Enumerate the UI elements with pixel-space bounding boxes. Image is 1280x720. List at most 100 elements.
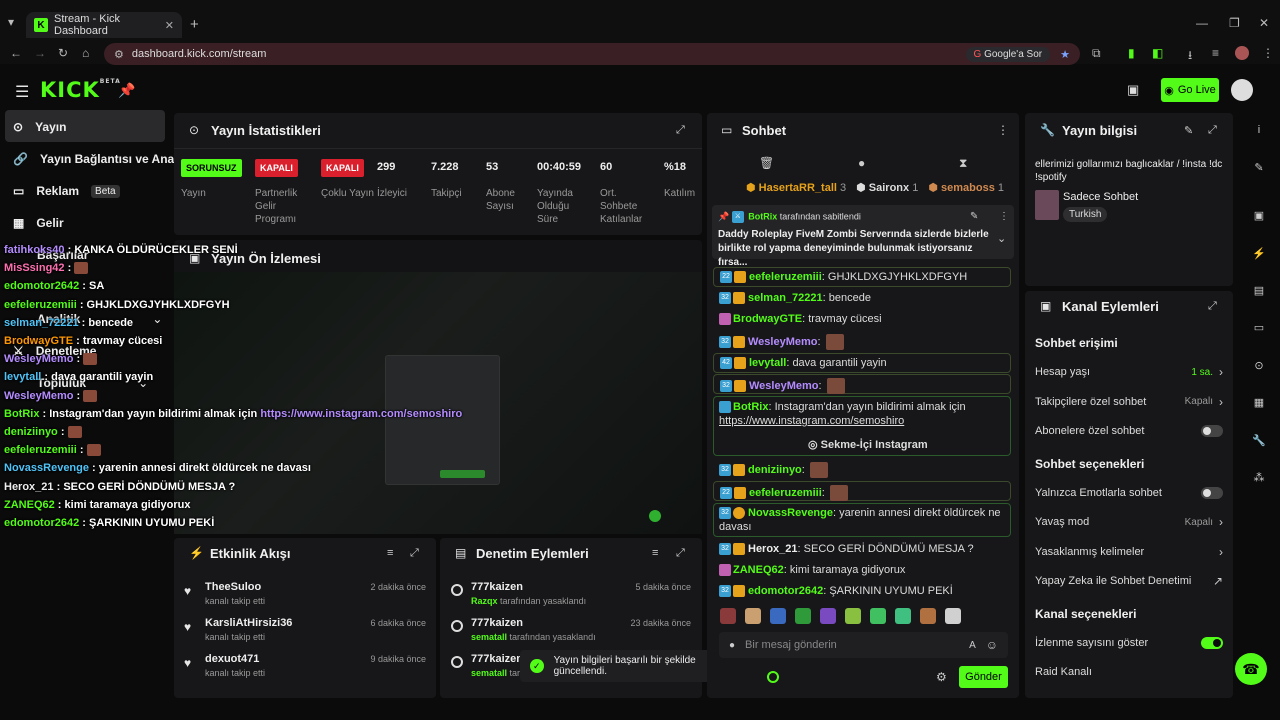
settings-row[interactable]: Takipçilere özel sohbet Kapalı ›	[1035, 394, 1223, 410]
expand-icon[interactable]: ⤢	[676, 547, 685, 560]
new-tab-icon[interactable]: +	[190, 16, 199, 33]
expand-icon[interactable]: ⤢	[1208, 300, 1217, 313]
emote-button[interactable]	[745, 608, 761, 624]
moderation-item[interactable]: 777kaizen sematall tarafından yasaklandı…	[451, 616, 697, 648]
unpin-icon[interactable]: ✎	[970, 211, 978, 222]
hamburger-menu-icon[interactable]: ☰	[15, 82, 29, 102]
window-close-icon[interactable]: ✕	[1259, 16, 1269, 30]
settings-row[interactable]: Raid Kanalı	[1035, 664, 1223, 680]
wrench-icon[interactable]: 🔧	[1249, 430, 1269, 450]
expand-icon[interactable]: ⤢	[1208, 124, 1217, 137]
maximize-icon[interactable]: ❐	[1229, 16, 1240, 30]
translate-icon[interactable]: A	[969, 640, 976, 651]
hourglass-icon[interactable]: ⧗	[959, 156, 967, 171]
home-icon[interactable]: ⌂	[82, 46, 89, 60]
chat-bubble-icon[interactable]: ●	[858, 156, 865, 170]
download-icon[interactable]: ⭳	[1188, 46, 1192, 67]
expand-icon[interactable]: ⤢	[676, 124, 685, 137]
chat-message[interactable]: 32 WesleyMemo:	[713, 374, 1011, 394]
top-gifter[interactable]: ⬢ HasertaRR_tall 3	[746, 181, 846, 194]
trash-ext-icon[interactable]: ▮	[1128, 46, 1135, 60]
info-icon[interactable]: i	[1249, 120, 1269, 140]
back-icon[interactable]: ←	[10, 46, 22, 60]
toggle-switch[interactable]	[1201, 486, 1223, 499]
top-gifter[interactable]: ⬢ Saironx 1	[856, 181, 918, 194]
chat-message[interactable]: 32 deniziinyo:	[713, 459, 1011, 479]
emote-button[interactable]	[820, 608, 836, 624]
toggle-switch[interactable]	[1201, 636, 1223, 649]
top-gifter[interactable]: ⬢ semaboss 1	[928, 181, 1004, 194]
chat-menu-icon[interactable]: ⋮	[997, 123, 1009, 137]
emote-button[interactable]	[920, 608, 936, 624]
emote-button[interactable]	[795, 608, 811, 624]
settings-row[interactable]: Yalnızca Emotlarla sohbet	[1035, 485, 1223, 501]
chat-message[interactable]: 32 edomotor2642: ŞARKININ UYUMU PEKİ	[713, 582, 1011, 602]
translate-ext-icon[interactable]: ◧	[1152, 46, 1163, 60]
site-info-icon[interactable]: ⚙	[114, 48, 124, 61]
chat-message[interactable]: 22 eefeleruzemiii: GHJKLDXGJYHKLXDFGYH	[713, 267, 1011, 287]
chat-message[interactable]: 22 eefeleruzemiii:	[713, 481, 1011, 501]
google-ask-button[interactable]: G Google'a Sor	[965, 46, 1051, 62]
emoji-picker-icon[interactable]: ●	[729, 640, 735, 651]
filter-icon[interactable]: ≡	[387, 547, 393, 559]
forward-icon[interactable]: →	[34, 46, 46, 60]
flash-icon[interactable]: ⚡	[1249, 243, 1269, 263]
filter-icon[interactable]: ≡	[652, 547, 658, 559]
pin-icon[interactable]: 📌	[118, 82, 135, 99]
sidebar-item-ads[interactable]: ▭ Reklam Beta	[13, 184, 120, 198]
user-avatar[interactable]	[1231, 79, 1253, 101]
go-live-button[interactable]: ◉ Go Live	[1161, 78, 1219, 102]
pinned-menu-icon[interactable]: ⋮	[999, 211, 1009, 222]
activity-item[interactable]: ♥ KarsliAtHirsizi36 kanalı takip etti 6 …	[184, 616, 430, 648]
kick-coin-icon[interactable]	[767, 671, 779, 683]
chat-message[interactable]: 42 levytall: dava garantili yayin	[713, 353, 1011, 373]
address-bar[interactable]: ⚙ dashboard.kick.com/stream G Google'a S…	[104, 43, 1080, 65]
settings-gear-icon[interactable]: ⚙	[936, 670, 947, 684]
panel-icon[interactable]: ▣	[1249, 205, 1269, 225]
chevron-down-icon[interactable]: ⌄	[997, 232, 1006, 245]
expand-icon[interactable]: ⤢	[410, 547, 419, 560]
emote-button[interactable]	[720, 608, 736, 624]
tab-close-icon[interactable]: ✕	[165, 19, 174, 32]
emote-button[interactable]	[895, 608, 911, 624]
chat-message[interactable]: 32 selman_72221: bencede	[713, 289, 1011, 309]
emote-button[interactable]	[945, 608, 961, 624]
sidebar-item-connection[interactable]: 🔗Yayın Bağlantısı ve Anahtar	[13, 152, 174, 166]
reload-icon[interactable]: ↻	[58, 46, 68, 60]
chat-message[interactable]: 32 Herox_21: SECO GERİ DÖNDÜMÜ MESJA ?	[713, 540, 1011, 560]
trash-icon[interactable]: 🗑	[759, 156, 774, 170]
smiley-icon[interactable]: ☺	[986, 638, 998, 652]
media-icon[interactable]: ≡	[1212, 46, 1219, 60]
overlay-link[interactable]: https://www.instagram.com/semoshiro	[260, 408, 462, 420]
settings-row[interactable]: Yasaklanmış kelimeler ›	[1035, 544, 1223, 560]
edit-icon[interactable]: ✎	[1249, 157, 1269, 177]
emote-button[interactable]	[870, 608, 886, 624]
instagram-link[interactable]: https://www.instagram.com/semoshiro	[719, 415, 904, 427]
activity-item[interactable]: ♥ TheeSuloo kanalı takip etti 2 dakika ö…	[184, 580, 430, 612]
settings-row[interactable]: İzlenme sayısını göster	[1035, 635, 1223, 651]
sidebar-item-revenue[interactable]: ▦ Gelir	[13, 216, 64, 230]
settings-row[interactable]: Yavaş mod Kapalı ›	[1035, 514, 1223, 530]
minimize-icon[interactable]: —	[1196, 16, 1208, 30]
bookmark-star-icon[interactable]: ★	[1060, 48, 1070, 61]
send-button[interactable]: Gönder	[959, 666, 1008, 688]
chat-message[interactable]: ZANEQ62: kimi taramaya gidiyorux	[713, 561, 1011, 581]
instagram-button[interactable]: ◎ Sekme-İçi Instagram	[808, 438, 928, 451]
chat-message[interactable]: 32 WesleyMemo:	[713, 331, 1011, 351]
tab-list-icon[interactable]: ▾	[8, 15, 14, 29]
browser-menu-icon[interactable]: ⋮	[1262, 46, 1274, 60]
stream-icon[interactable]: ⊙	[1249, 355, 1269, 375]
settings-row[interactable]: Yapay Zeka ile Sohbet Denetimi ↗	[1035, 573, 1223, 589]
moderation-item[interactable]: 777kaizen Razqx tarafından yasaklandı 5 …	[451, 580, 697, 612]
toggle-switch[interactable]	[1201, 425, 1223, 437]
chat-input[interactable]: ● Bir mesaj gönderin A ☺	[719, 632, 1008, 658]
settings-row[interactable]: Abonelere özel sohbet	[1035, 423, 1223, 439]
activity-item[interactable]: ♥ dexuot471 kanalı takip etti 9 dakika ö…	[184, 652, 430, 684]
calendar-icon[interactable]: ▦	[1249, 392, 1269, 412]
kick-logo[interactable]: KICKBETA	[40, 78, 121, 102]
profile-avatar[interactable]	[1235, 46, 1249, 60]
nodes-icon[interactable]: ⁂	[1249, 467, 1269, 487]
list-icon[interactable]: ▤	[1249, 280, 1269, 300]
extension-icon[interactable]: ⧉	[1092, 46, 1101, 61]
emote-button[interactable]	[845, 608, 861, 624]
